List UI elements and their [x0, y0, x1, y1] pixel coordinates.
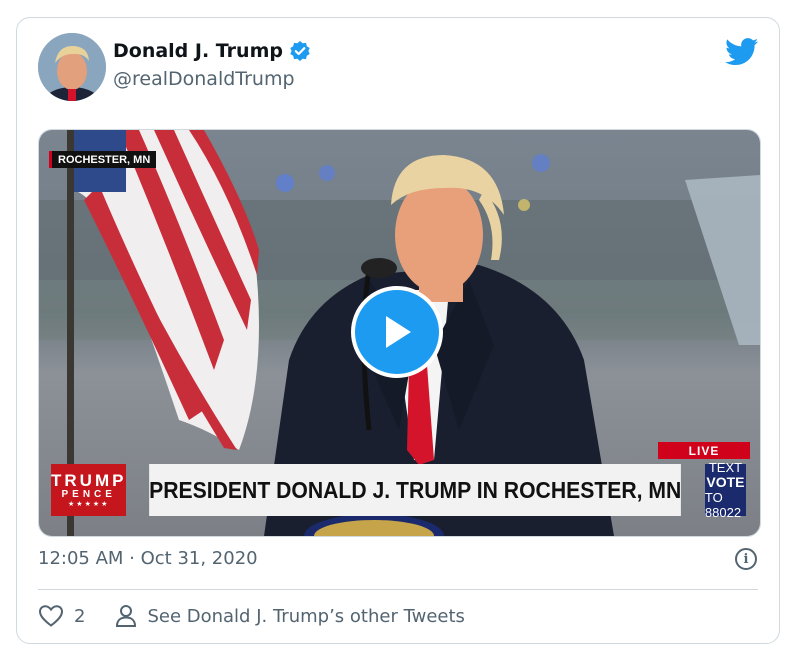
- tweet-actions: 2 See Donald J. Trump’s other Tweets: [38, 604, 465, 628]
- info-icon[interactable]: i: [735, 548, 757, 570]
- text-vote-box: TEXT VOTE TO 88022: [704, 460, 746, 520]
- twitter-bird-icon[interactable]: [725, 38, 759, 66]
- avatar[interactable]: [38, 33, 106, 101]
- like-button[interactable]: 2: [38, 604, 85, 628]
- campaign-logo: TRUMP PENCE ★★★★★: [51, 464, 127, 516]
- location-tag: ROCHESTER, MN: [49, 151, 157, 168]
- video-player[interactable]: ROCHESTER, MN LIVE TRUMP PENCE ★★★★★ PRE…: [38, 129, 761, 537]
- tweet-card[interactable]: Donald J. Trump @realDonaldTrump ROCHEST…: [16, 17, 780, 644]
- tweet-timestamp[interactable]: 12:05 AM · Oct 31, 2020: [38, 548, 258, 569]
- verified-badge-icon: [290, 41, 310, 61]
- lower-third-banner: TRUMP PENCE ★★★★★ PRESIDENT DONALD J. TR…: [51, 460, 746, 520]
- play-button[interactable]: [351, 286, 443, 378]
- avatar-image: [38, 33, 106, 101]
- author-handle[interactable]: @realDonaldTrump: [113, 68, 295, 90]
- author-name[interactable]: Donald J. Trump: [113, 40, 283, 62]
- play-icon: [386, 316, 411, 348]
- divider: [38, 589, 758, 590]
- heart-icon: [38, 605, 64, 627]
- live-badge: LIVE: [658, 442, 750, 459]
- banner-headline: PRESIDENT DONALD J. TRUMP IN ROCHESTER, …: [149, 464, 682, 516]
- other-tweets-link[interactable]: See Donald J. Trump’s other Tweets: [115, 604, 465, 628]
- person-icon: [116, 605, 137, 627]
- like-count: 2: [74, 605, 86, 627]
- other-tweets-label: See Donald J. Trump’s other Tweets: [147, 605, 465, 627]
